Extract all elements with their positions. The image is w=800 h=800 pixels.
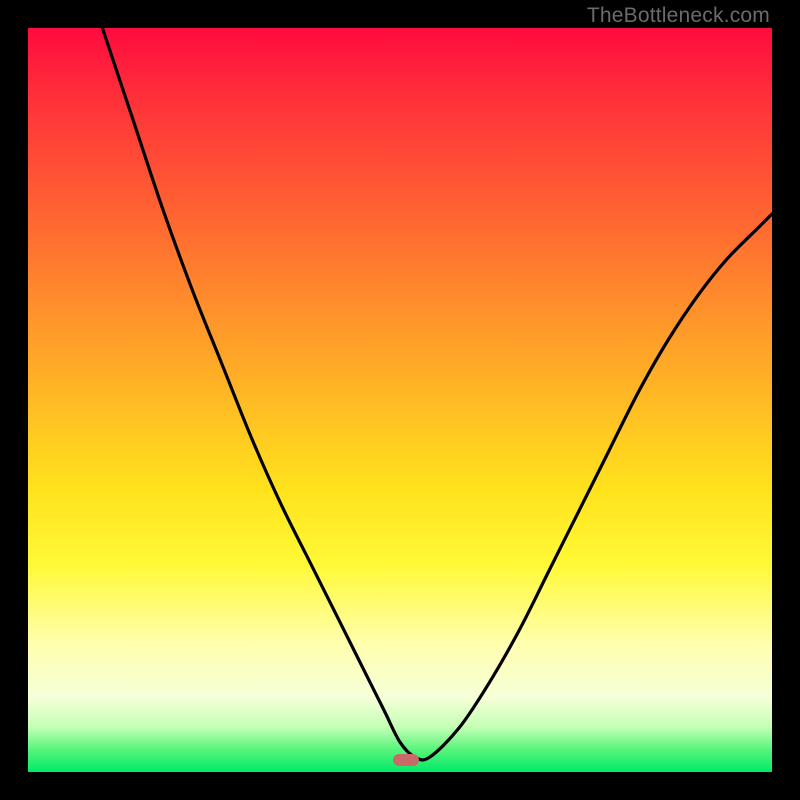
chart-frame: TheBottleneck.com	[0, 0, 800, 800]
plot-area	[28, 28, 772, 772]
optimal-point-marker	[393, 754, 419, 766]
bottleneck-curve	[28, 28, 772, 772]
watermark-text: TheBottleneck.com	[587, 4, 770, 28]
